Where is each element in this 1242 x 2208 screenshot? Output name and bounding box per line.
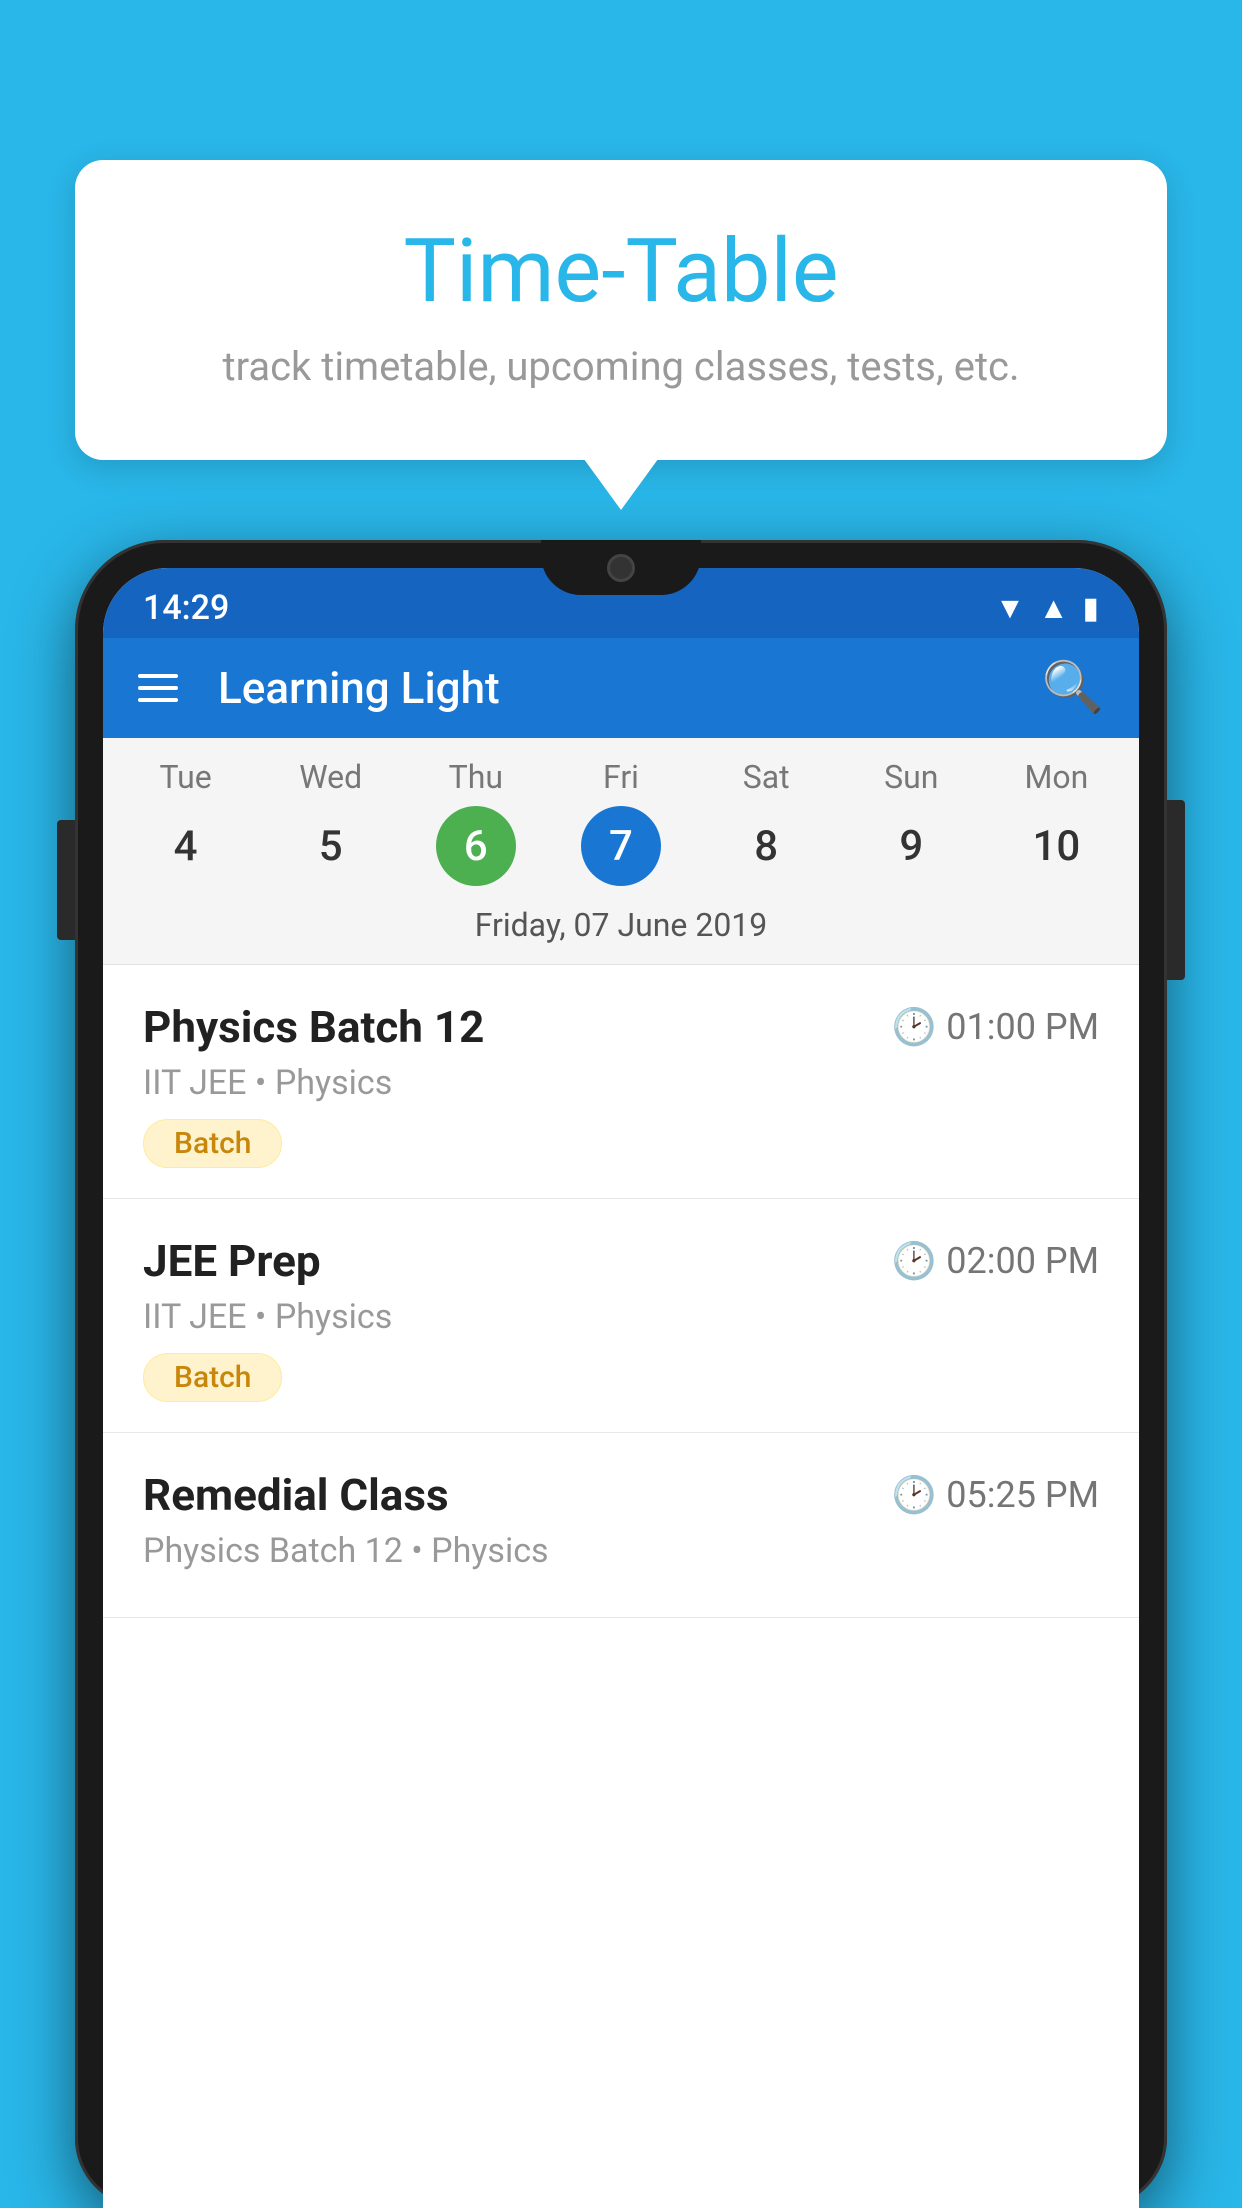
schedule-list: Physics Batch 12 🕑 01:00 PM IIT JEE • Ph…	[103, 965, 1139, 1618]
hamburger-line-3	[138, 698, 178, 702]
day-col-tue[interactable]: Tue 4	[121, 758, 251, 886]
day-col-wed[interactable]: Wed 5	[266, 758, 396, 886]
day-number-mon: 10	[1016, 806, 1096, 886]
day-col-sat[interactable]: Sat 8	[701, 758, 831, 886]
app-bar: Learning Light 🔍	[103, 638, 1139, 738]
schedule-item-3-time: 🕑 05:25 PM	[891, 1474, 1099, 1516]
schedule-item-1-title: Physics Batch 12	[143, 1001, 484, 1053]
schedule-item-1-subtitle: IIT JEE • Physics	[143, 1063, 1099, 1103]
status-time: 14:29	[143, 588, 229, 628]
schedule-item-1-time: 🕑 01:00 PM	[891, 1006, 1099, 1048]
schedule-item-2-time: 🕑 02:00 PM	[891, 1240, 1099, 1282]
phone-notch	[541, 540, 701, 595]
tooltip-title: Time-Table	[155, 220, 1087, 323]
status-icons: ▼ ▲ ▮	[995, 591, 1099, 626]
phone-outer: 14:29 ▼ ▲ ▮ Learning Light 🔍	[75, 540, 1167, 2208]
battery-icon: ▮	[1082, 591, 1099, 626]
day-name-tue: Tue	[159, 758, 211, 796]
day-number-wed: 5	[291, 806, 371, 886]
day-col-fri[interactable]: Fri 7	[556, 758, 686, 886]
menu-button[interactable]	[138, 674, 178, 702]
day-name-thu: Thu	[449, 758, 503, 796]
app-title: Learning Light	[208, 662, 1012, 714]
schedule-item-2-header: JEE Prep 🕑 02:00 PM	[143, 1235, 1099, 1287]
schedule-item-3-header: Remedial Class 🕑 05:25 PM	[143, 1469, 1099, 1521]
clock-icon-2: 🕑	[891, 1240, 936, 1282]
schedule-item-1-header: Physics Batch 12 🕑 01:00 PM	[143, 1001, 1099, 1053]
day-number-sat: 8	[726, 806, 806, 886]
day-name-fri: Fri	[603, 758, 639, 796]
phone-screen: 14:29 ▼ ▲ ▮ Learning Light 🔍	[103, 568, 1139, 2208]
search-button[interactable]: 🔍	[1042, 659, 1104, 717]
schedule-item-3-title: Remedial Class	[143, 1469, 449, 1521]
signal-icon: ▲	[1039, 591, 1069, 626]
day-name-sat: Sat	[743, 758, 790, 796]
tooltip-card: Time-Table track timetable, upcoming cla…	[75, 160, 1167, 460]
batch-badge-2: Batch	[143, 1353, 282, 1402]
phone-mockup: 14:29 ▼ ▲ ▮ Learning Light 🔍	[75, 540, 1167, 2208]
day-number-fri: 7	[581, 806, 661, 886]
selected-date-label: Friday, 07 June 2019	[103, 886, 1139, 965]
day-name-wed: Wed	[299, 758, 362, 796]
week-days-row: Tue 4 Wed 5 Thu 6 Fri 7	[103, 758, 1139, 886]
day-col-mon[interactable]: Mon 10	[991, 758, 1121, 886]
schedule-item-2-title: JEE Prep	[143, 1235, 321, 1287]
clock-icon-3: 🕑	[891, 1474, 936, 1516]
day-number-sun: 9	[871, 806, 951, 886]
day-number-thu: 6	[436, 806, 516, 886]
batch-badge-1: Batch	[143, 1119, 282, 1168]
schedule-item-2[interactable]: JEE Prep 🕑 02:00 PM IIT JEE • Physics Ba…	[103, 1199, 1139, 1433]
schedule-item-3-subtitle: Physics Batch 12 • Physics	[143, 1531, 1099, 1571]
day-col-thu[interactable]: Thu 6	[411, 758, 541, 886]
day-name-mon: Mon	[1024, 758, 1088, 796]
schedule-item-3[interactable]: Remedial Class 🕑 05:25 PM Physics Batch …	[103, 1433, 1139, 1618]
hamburger-line-1	[138, 674, 178, 678]
schedule-item-2-subtitle: IIT JEE • Physics	[143, 1297, 1099, 1337]
day-number-tue: 4	[146, 806, 226, 886]
tooltip-subtitle: track timetable, upcoming classes, tests…	[155, 343, 1087, 390]
clock-icon-1: 🕑	[891, 1006, 936, 1048]
day-col-sun[interactable]: Sun 9	[846, 758, 976, 886]
front-camera	[607, 554, 635, 582]
day-name-sun: Sun	[884, 758, 938, 796]
schedule-item-1[interactable]: Physics Batch 12 🕑 01:00 PM IIT JEE • Ph…	[103, 965, 1139, 1199]
wifi-icon: ▼	[995, 591, 1025, 626]
calendar-week: Tue 4 Wed 5 Thu 6 Fri 7	[103, 738, 1139, 965]
hamburger-line-2	[138, 686, 178, 690]
